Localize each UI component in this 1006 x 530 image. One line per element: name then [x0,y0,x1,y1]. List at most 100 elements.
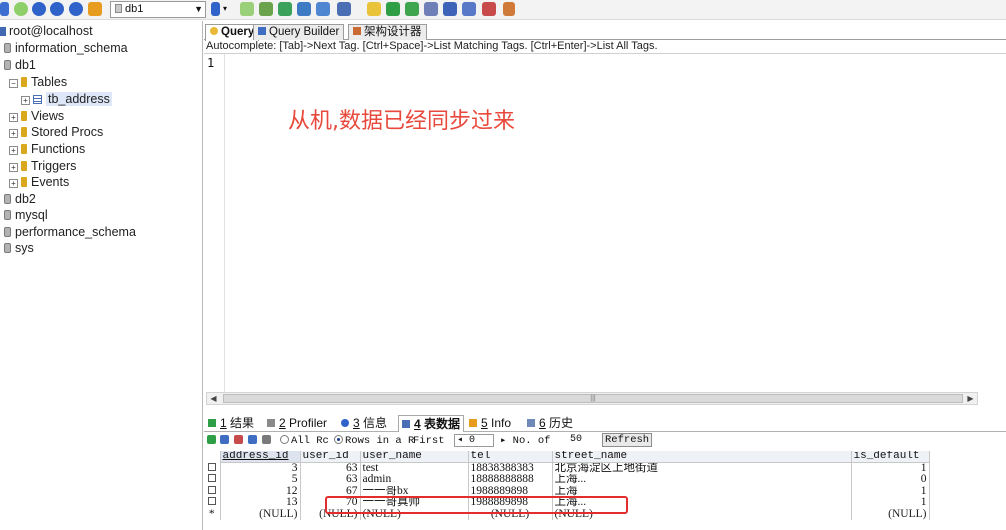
tab-query[interactable]: Query [205,24,260,41]
tree-item-events[interactable]: + Events [9,174,69,191]
tree-item-triggers[interactable]: + Triggers [9,158,76,175]
user-icon[interactable] [211,2,220,16]
cell-user-id[interactable]: 70 [300,497,361,509]
expand-icon[interactable]: + [9,146,18,155]
execute-all-icon[interactable] [69,2,83,16]
spin-left-icon[interactable]: ◂ [457,435,463,446]
grid-icon[interactable] [503,2,515,16]
duplicate-row-icon[interactable] [248,435,257,444]
row-selector[interactable] [204,474,221,486]
radio-selected-icon[interactable] [334,435,343,444]
cell-user-id[interactable]: 67 [300,485,361,497]
expand-icon[interactable]: + [9,113,18,122]
tree-item-db1[interactable]: db1 [0,57,36,74]
cell-tel[interactable]: 1988889898 [468,485,553,497]
scrollbar-thumb[interactable]: ||| [223,394,963,403]
tree-item-db2[interactable]: db2 [0,191,36,208]
new-row[interactable]: * (NULL) (NULL) (NULL) (NULL) (NULL) (NU… [204,508,930,520]
checkbox-icon[interactable] [207,497,216,506]
tree-server[interactable]: root@localhost [0,23,93,40]
stop-icon[interactable] [88,2,102,16]
row-selector[interactable] [204,497,221,509]
cell-is-default[interactable]: 1 [851,485,930,497]
export-icon[interactable] [278,2,292,16]
history-icon[interactable] [482,2,496,16]
cell-is-default[interactable]: 1 [851,497,930,509]
dropdown-arrow-icon[interactable]: ▾ [223,2,229,16]
delete-row-icon[interactable] [234,435,243,444]
tab-query-builder[interactable]: Query Builder [253,24,345,40]
cell-user-name[interactable]: 一一哥bx [360,485,469,497]
column-header-user-id[interactable]: user_id [300,451,361,463]
row-selector[interactable] [204,485,221,497]
rows-in-range-option[interactable]: Rows in a R [334,434,414,448]
expand-icon[interactable]: + [9,129,18,138]
save-grid-icon[interactable] [207,435,216,444]
cell-address-id[interactable]: 12 [220,485,301,497]
scroll-left-icon[interactable]: ◀ [207,393,220,404]
column-header-address-id[interactable]: address_id [220,451,301,463]
tab-schema-designer[interactable]: 架构设计器 [348,24,427,40]
row-selector[interactable] [204,462,221,474]
database-selector[interactable]: db1 ▼ [110,1,206,18]
tab-info[interactable]: 5 Info [466,415,514,432]
cell-user-id[interactable]: 63 [300,474,361,486]
connect-icon[interactable] [32,2,46,16]
cell-user-name[interactable]: admin [360,474,469,486]
table-row[interactable]: 13 70 一一哥真帅 1988889898 上海... 1 [204,497,930,509]
expand-icon[interactable]: + [9,163,18,172]
cell-user-name[interactable]: test [360,462,469,474]
cell-street-name[interactable]: 北京海淀区上地街道 [552,462,852,474]
import-icon[interactable] [297,2,311,16]
cell-user-name[interactable]: 一一哥真帅 [360,497,469,509]
table-row[interactable]: 12 67 一一哥bx 1988889898 上海 1 [204,485,930,497]
cell-street-name[interactable]: 上海... [552,474,852,486]
tree-item-sys[interactable]: sys [0,240,34,257]
first-row-input[interactable]: ◂ 0 [454,434,494,447]
tab-results[interactable]: 1 结果 [205,415,257,432]
tab-messages[interactable]: 3 信息 [338,415,390,432]
cell-null[interactable]: (NULL) [851,508,930,520]
new-table-icon[interactable] [240,2,254,16]
cell-tel[interactable]: 18838388383 [468,462,553,474]
compare-icon[interactable] [386,2,400,16]
cell-tel[interactable]: 1988889898 [468,497,553,509]
expand-icon[interactable]: + [9,179,18,188]
checkbox-icon[interactable] [207,485,216,494]
table-row[interactable]: 3 63 test 18838388383 北京海淀区上地街道 1 [204,462,930,474]
cell-null[interactable]: (NULL) [552,508,852,520]
cell-is-default[interactable]: 0 [851,474,930,486]
profiler-icon[interactable] [424,2,438,16]
tree-item-stored-procs[interactable]: + Stored Procs [9,124,103,141]
execute-icon[interactable] [50,2,64,16]
column-header-is-default[interactable]: is_default [851,451,930,463]
tree-item-views[interactable]: + Views [9,108,64,125]
query-icon[interactable] [443,2,457,16]
refresh-icon[interactable] [14,2,28,16]
cell-is-default[interactable]: 1 [851,462,930,474]
insert-row-icon[interactable] [220,435,229,444]
backup-icon[interactable] [316,2,330,16]
schema-icon[interactable] [405,2,419,16]
cell-user-id[interactable]: 63 [300,462,361,474]
toolbar-icon-1[interactable] [0,2,9,16]
cell-null[interactable]: (NULL) [220,508,301,520]
schedule-icon[interactable] [337,2,351,16]
cell-tel[interactable]: 18888888888 [468,474,553,486]
tab-profiler[interactable]: 2 Profiler [264,415,330,432]
tab-table-data[interactable]: 4 表数据 [398,415,465,432]
column-header-street-name[interactable]: street_name [552,451,852,463]
tree-item-functions[interactable]: + Functions [9,141,85,158]
column-header-user-name[interactable]: user_name [360,451,469,463]
cell-address-id[interactable]: 13 [220,497,301,509]
cell-address-id[interactable]: 5 [220,474,301,486]
cell-street-name[interactable]: 上海... [552,497,852,509]
table-row[interactable]: 5 63 admin 18888888888 上海... 0 [204,474,930,486]
all-rows-option[interactable]: All Rc [280,434,329,448]
tree-item-tb-address[interactable]: + tb_address [21,91,112,108]
tree-item-information-schema[interactable]: information_schema [0,40,128,57]
checkbox-icon[interactable] [207,474,216,483]
tree-item-tables[interactable]: − Tables [9,74,67,91]
cell-address-id[interactable]: 3 [220,462,301,474]
checkbox-icon[interactable] [207,462,216,471]
